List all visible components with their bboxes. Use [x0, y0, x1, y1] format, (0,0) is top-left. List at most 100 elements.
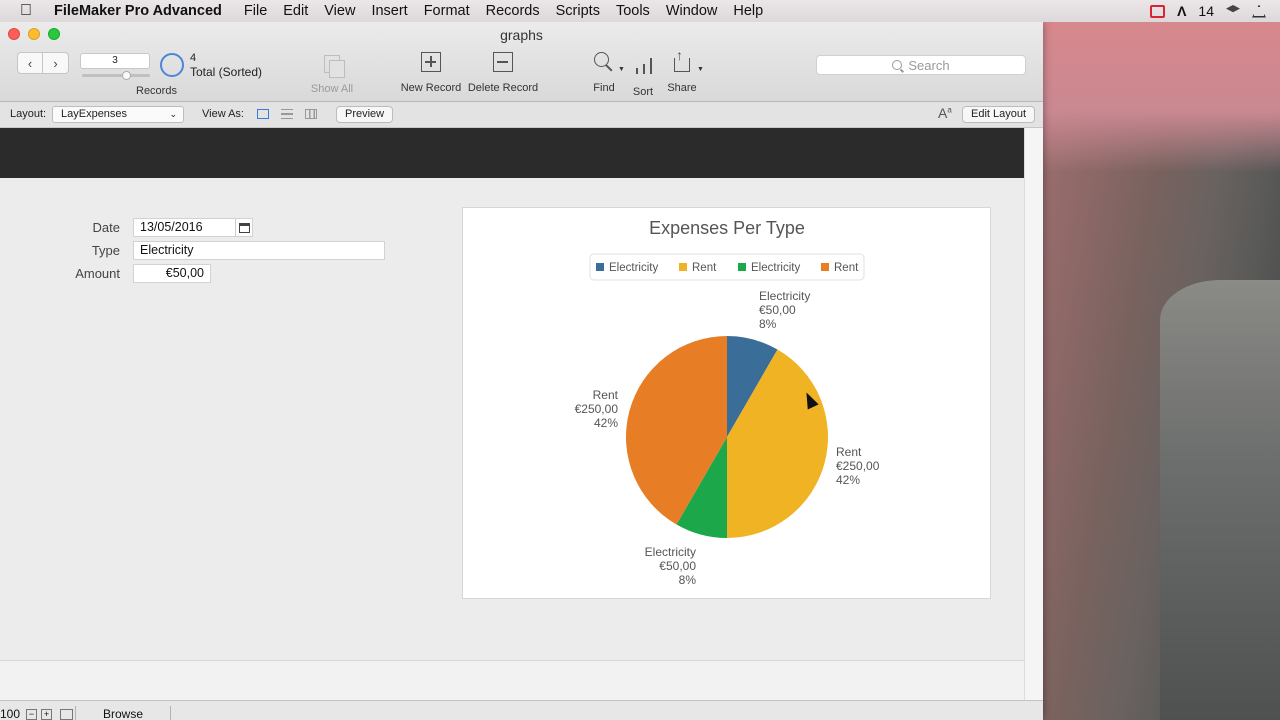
text-format-icon[interactable]: Aa: [938, 105, 952, 121]
chevron-left-icon: ‹: [27, 55, 33, 71]
delete-record-label: Delete Record: [467, 82, 539, 94]
view-as-table-icon[interactable]: [305, 109, 317, 119]
toggle-toolbar-icon[interactable]: [60, 709, 73, 720]
magnifier-icon: [594, 52, 614, 72]
layout-bar: Layout: LayExpenses ⌄ View As: Preview A…: [0, 102, 1043, 128]
pie-data-label: €250,00: [575, 402, 619, 416]
view-as-form-icon[interactable]: [257, 109, 269, 119]
legend-swatch: [821, 263, 829, 271]
pie-data-label: 8%: [679, 573, 697, 587]
menu-format[interactable]: Format: [424, 3, 470, 19]
apple-menu-icon[interactable]: : [20, 2, 42, 20]
zoom-in-button[interactable]: +: [41, 709, 52, 720]
edit-layout-button[interactable]: Edit Layout: [962, 106, 1036, 123]
vertical-scrollbar[interactable]: [1024, 128, 1043, 700]
menu-records[interactable]: Records: [486, 3, 540, 19]
window-titlebar-toolbar: graphs ‹ › 3 Records 4 Total (Sorted) Sh…: [0, 22, 1043, 102]
pie-data-label: €50,00: [659, 559, 696, 573]
new-record-icon: [421, 52, 441, 72]
pie-data-label: Rent: [593, 388, 619, 402]
legend-label: Rent: [834, 262, 859, 274]
preview-button[interactable]: Preview: [336, 106, 394, 123]
share-icon: [673, 47, 691, 72]
amount-field[interactable]: €50,00: [133, 264, 211, 283]
filemaker-window: graphs ‹ › 3 Records 4 Total (Sorted) Sh…: [0, 22, 1043, 720]
menu-view[interactable]: View: [324, 3, 355, 19]
search-input[interactable]: Search: [816, 55, 1026, 75]
drive-status-icon[interactable]: [1252, 4, 1266, 18]
share-label: Share: [667, 82, 697, 94]
pie-data-label: 42%: [836, 473, 860, 487]
delete-record-button[interactable]: Delete Record: [467, 52, 539, 94]
find-button[interactable]: Find ▼: [590, 52, 625, 94]
sort-bars-icon: [633, 52, 653, 76]
menu-insert[interactable]: Insert: [371, 3, 407, 19]
sort-label: Sort: [632, 86, 654, 98]
search-icon: [892, 60, 903, 70]
adobe-status-icon[interactable]: Λ: [1177, 3, 1186, 19]
layout-footer-band: [0, 660, 1024, 700]
found-set-pie-icon: [160, 53, 184, 77]
next-record-button[interactable]: ›: [43, 52, 69, 74]
current-record-field[interactable]: 3: [80, 53, 150, 69]
find-label: Find: [593, 82, 615, 94]
mode-indicator[interactable]: Browse: [75, 706, 171, 720]
record-count: 4: [190, 52, 197, 64]
share-dropdown-arrow-icon[interactable]: ▼: [697, 66, 704, 73]
window-title: graphs: [500, 27, 543, 43]
type-field[interactable]: Electricity: [133, 241, 385, 260]
legend-label: Rent: [692, 262, 717, 274]
view-as-list-icon[interactable]: [281, 109, 293, 119]
zoom-out-button[interactable]: −: [26, 709, 37, 720]
dropbox-status-icon[interactable]: [1226, 5, 1240, 13]
legend-swatch: [596, 263, 604, 271]
layout-select-value: LayExpenses: [61, 108, 128, 120]
pie-data-label: 8%: [759, 317, 777, 331]
record-slider-knob[interactable]: [122, 71, 131, 80]
share-button[interactable]: Share ▼: [667, 47, 704, 94]
menu-file[interactable]: File: [244, 3, 267, 19]
legend-label: Electricity: [751, 262, 800, 274]
new-record-label: New Record: [400, 82, 462, 94]
menu-bar-status-area: Λ 14: [1150, 0, 1266, 22]
show-all-icon: [324, 55, 345, 78]
previous-record-button[interactable]: ‹: [17, 52, 43, 74]
pie-data-label: Electricity: [759, 289, 810, 303]
chart-title: Expenses Per Type: [649, 218, 805, 238]
type-label: Type: [91, 243, 120, 258]
pie-slices: [626, 336, 828, 538]
pie-data-label: Rent: [836, 445, 862, 459]
show-all-label: Show All: [310, 83, 354, 95]
records-label: Records: [136, 85, 177, 97]
menu-bar:  FileMaker Pro Advanced File Edit View …: [0, 0, 1280, 22]
date-label: Date: [92, 220, 120, 235]
date-field[interactable]: 13/05/2016: [133, 218, 253, 237]
record-slider[interactable]: [82, 71, 150, 80]
status-number[interactable]: 14: [1198, 3, 1214, 19]
desktop-wallpaper-sky: [1043, 22, 1280, 172]
menu-tools[interactable]: Tools: [616, 3, 650, 19]
menu-help[interactable]: Help: [733, 3, 763, 19]
find-dropdown-arrow-icon[interactable]: ▼: [618, 66, 625, 73]
zoom-level[interactable]: 100: [0, 707, 20, 720]
pie-data-label: 42%: [594, 416, 618, 430]
expenses-pie-chart: Expenses Per Type Electricity Rent Electri…: [575, 218, 880, 587]
show-all-button[interactable]: Show All: [310, 52, 354, 95]
layout-label: Layout:: [10, 108, 47, 120]
calendar-status-icon[interactable]: [1150, 4, 1166, 18]
pie-data-label: €250,00: [836, 459, 880, 473]
layout-select[interactable]: LayExpenses ⌄: [52, 106, 184, 123]
menu-window[interactable]: Window: [666, 3, 718, 19]
desktop-wallpaper-cliff: [1160, 280, 1280, 720]
calendar-picker-button[interactable]: [235, 219, 252, 236]
expenses-chart-panel[interactable]: Expenses Per Type Electricity Rent Electri…: [462, 207, 991, 599]
menu-scripts[interactable]: Scripts: [556, 3, 600, 19]
sort-button[interactable]: Sort: [630, 52, 656, 98]
app-name-menu[interactable]: FileMaker Pro Advanced: [54, 3, 222, 19]
view-as-label: View As:: [202, 108, 244, 120]
legend-swatch: [738, 263, 746, 271]
new-record-button[interactable]: New Record: [400, 52, 462, 94]
menu-edit[interactable]: Edit: [283, 3, 308, 19]
calendar-icon: [238, 222, 250, 233]
chevron-down-icon: ⌄: [169, 109, 177, 119]
